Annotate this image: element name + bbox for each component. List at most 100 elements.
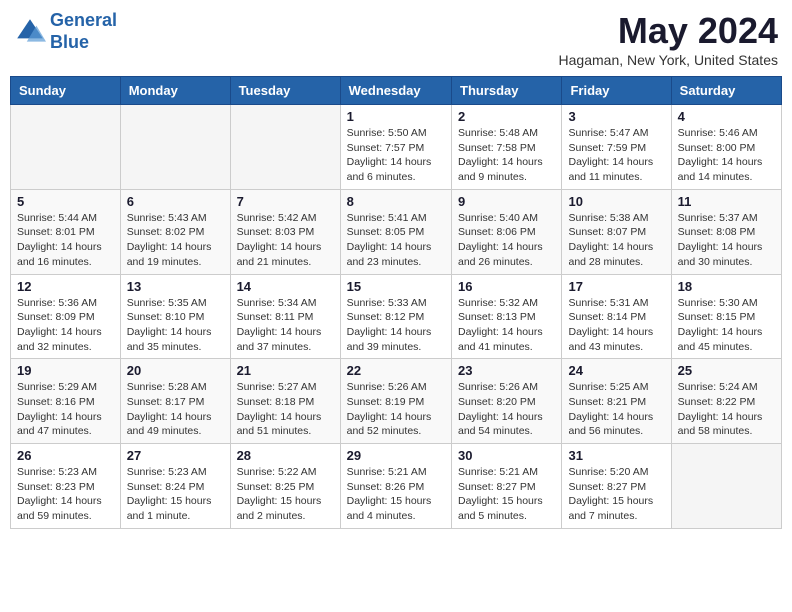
day-detail: Sunrise: 5:24 AMSunset: 8:22 PMDaylight:… (678, 380, 775, 439)
day-number: 4 (678, 109, 775, 124)
col-sunday: Sunday (11, 77, 121, 105)
day-number: 14 (237, 279, 334, 294)
day-detail: Sunrise: 5:28 AMSunset: 8:17 PMDaylight:… (127, 380, 224, 439)
calendar-cell: 14 Sunrise: 5:34 AMSunset: 8:11 PMDaylig… (230, 274, 340, 359)
calendar-cell: 25 Sunrise: 5:24 AMSunset: 8:22 PMDaylig… (671, 359, 781, 444)
day-detail: Sunrise: 5:30 AMSunset: 8:15 PMDaylight:… (678, 296, 775, 355)
day-detail: Sunrise: 5:37 AMSunset: 8:08 PMDaylight:… (678, 211, 775, 270)
calendar-cell: 27 Sunrise: 5:23 AMSunset: 8:24 PMDaylig… (120, 444, 230, 529)
day-detail: Sunrise: 5:27 AMSunset: 8:18 PMDaylight:… (237, 380, 334, 439)
day-detail: Sunrise: 5:22 AMSunset: 8:25 PMDaylight:… (237, 465, 334, 524)
col-friday: Friday (562, 77, 671, 105)
logo-icon (14, 16, 46, 48)
calendar-header-row: Sunday Monday Tuesday Wednesday Thursday… (11, 77, 782, 105)
calendar-cell: 3 Sunrise: 5:47 AMSunset: 7:59 PMDayligh… (562, 105, 671, 190)
day-detail: Sunrise: 5:40 AMSunset: 8:06 PMDaylight:… (458, 211, 555, 270)
col-wednesday: Wednesday (340, 77, 451, 105)
calendar-cell: 12 Sunrise: 5:36 AMSunset: 8:09 PMDaylig… (11, 274, 121, 359)
day-detail: Sunrise: 5:46 AMSunset: 8:00 PMDaylight:… (678, 126, 775, 185)
col-tuesday: Tuesday (230, 77, 340, 105)
day-detail: Sunrise: 5:41 AMSunset: 8:05 PMDaylight:… (347, 211, 445, 270)
calendar-cell: 23 Sunrise: 5:26 AMSunset: 8:20 PMDaylig… (452, 359, 562, 444)
logo-line1: General (50, 10, 117, 30)
day-number: 13 (127, 279, 224, 294)
day-number: 26 (17, 448, 114, 463)
day-detail: Sunrise: 5:50 AMSunset: 7:57 PMDaylight:… (347, 126, 445, 185)
calendar-cell (230, 105, 340, 190)
day-detail: Sunrise: 5:43 AMSunset: 8:02 PMDaylight:… (127, 211, 224, 270)
day-number: 24 (568, 363, 664, 378)
calendar-cell: 24 Sunrise: 5:25 AMSunset: 8:21 PMDaylig… (562, 359, 671, 444)
calendar-cell (120, 105, 230, 190)
month-title: May 2024 (559, 10, 778, 52)
calendar-week-3: 12 Sunrise: 5:36 AMSunset: 8:09 PMDaylig… (11, 274, 782, 359)
day-number: 20 (127, 363, 224, 378)
calendar-cell: 8 Sunrise: 5:41 AMSunset: 8:05 PMDayligh… (340, 189, 451, 274)
day-detail: Sunrise: 5:44 AMSunset: 8:01 PMDaylight:… (17, 211, 114, 270)
day-detail: Sunrise: 5:31 AMSunset: 8:14 PMDaylight:… (568, 296, 664, 355)
day-detail: Sunrise: 5:23 AMSunset: 8:23 PMDaylight:… (17, 465, 114, 524)
calendar-cell: 31 Sunrise: 5:20 AMSunset: 8:27 PMDaylig… (562, 444, 671, 529)
day-number: 2 (458, 109, 555, 124)
day-detail: Sunrise: 5:29 AMSunset: 8:16 PMDaylight:… (17, 380, 114, 439)
calendar-cell: 26 Sunrise: 5:23 AMSunset: 8:23 PMDaylig… (11, 444, 121, 529)
day-number: 16 (458, 279, 555, 294)
calendar-cell: 10 Sunrise: 5:38 AMSunset: 8:07 PMDaylig… (562, 189, 671, 274)
calendar-cell: 1 Sunrise: 5:50 AMSunset: 7:57 PMDayligh… (340, 105, 451, 190)
day-number: 30 (458, 448, 555, 463)
day-number: 8 (347, 194, 445, 209)
calendar-cell: 28 Sunrise: 5:22 AMSunset: 8:25 PMDaylig… (230, 444, 340, 529)
day-number: 11 (678, 194, 775, 209)
day-detail: Sunrise: 5:23 AMSunset: 8:24 PMDaylight:… (127, 465, 224, 524)
day-number: 12 (17, 279, 114, 294)
col-saturday: Saturday (671, 77, 781, 105)
day-number: 25 (678, 363, 775, 378)
calendar-cell: 18 Sunrise: 5:30 AMSunset: 8:15 PMDaylig… (671, 274, 781, 359)
calendar-cell: 20 Sunrise: 5:28 AMSunset: 8:17 PMDaylig… (120, 359, 230, 444)
calendar-week-2: 5 Sunrise: 5:44 AMSunset: 8:01 PMDayligh… (11, 189, 782, 274)
calendar-cell: 19 Sunrise: 5:29 AMSunset: 8:16 PMDaylig… (11, 359, 121, 444)
calendar-cell: 22 Sunrise: 5:26 AMSunset: 8:19 PMDaylig… (340, 359, 451, 444)
day-detail: Sunrise: 5:34 AMSunset: 8:11 PMDaylight:… (237, 296, 334, 355)
day-number: 21 (237, 363, 334, 378)
calendar-cell: 13 Sunrise: 5:35 AMSunset: 8:10 PMDaylig… (120, 274, 230, 359)
day-detail: Sunrise: 5:20 AMSunset: 8:27 PMDaylight:… (568, 465, 664, 524)
calendar-cell: 9 Sunrise: 5:40 AMSunset: 8:06 PMDayligh… (452, 189, 562, 274)
calendar-week-4: 19 Sunrise: 5:29 AMSunset: 8:16 PMDaylig… (11, 359, 782, 444)
day-detail: Sunrise: 5:47 AMSunset: 7:59 PMDaylight:… (568, 126, 664, 185)
calendar-cell: 21 Sunrise: 5:27 AMSunset: 8:18 PMDaylig… (230, 359, 340, 444)
calendar-cell: 6 Sunrise: 5:43 AMSunset: 8:02 PMDayligh… (120, 189, 230, 274)
day-detail: Sunrise: 5:42 AMSunset: 8:03 PMDaylight:… (237, 211, 334, 270)
calendar-cell: 2 Sunrise: 5:48 AMSunset: 7:58 PMDayligh… (452, 105, 562, 190)
day-number: 18 (678, 279, 775, 294)
day-number: 6 (127, 194, 224, 209)
day-detail: Sunrise: 5:26 AMSunset: 8:19 PMDaylight:… (347, 380, 445, 439)
day-number: 23 (458, 363, 555, 378)
day-number: 9 (458, 194, 555, 209)
calendar-cell (11, 105, 121, 190)
calendar-cell: 15 Sunrise: 5:33 AMSunset: 8:12 PMDaylig… (340, 274, 451, 359)
title-block: May 2024 Hagaman, New York, United State… (559, 10, 778, 68)
day-detail: Sunrise: 5:36 AMSunset: 8:09 PMDaylight:… (17, 296, 114, 355)
calendar-table: Sunday Monday Tuesday Wednesday Thursday… (10, 76, 782, 529)
col-monday: Monday (120, 77, 230, 105)
day-detail: Sunrise: 5:38 AMSunset: 8:07 PMDaylight:… (568, 211, 664, 270)
calendar-week-1: 1 Sunrise: 5:50 AMSunset: 7:57 PMDayligh… (11, 105, 782, 190)
day-detail: Sunrise: 5:33 AMSunset: 8:12 PMDaylight:… (347, 296, 445, 355)
day-number: 1 (347, 109, 445, 124)
col-thursday: Thursday (452, 77, 562, 105)
calendar-cell: 16 Sunrise: 5:32 AMSunset: 8:13 PMDaylig… (452, 274, 562, 359)
calendar-cell: 29 Sunrise: 5:21 AMSunset: 8:26 PMDaylig… (340, 444, 451, 529)
day-detail: Sunrise: 5:21 AMSunset: 8:27 PMDaylight:… (458, 465, 555, 524)
calendar-cell: 5 Sunrise: 5:44 AMSunset: 8:01 PMDayligh… (11, 189, 121, 274)
day-number: 31 (568, 448, 664, 463)
day-number: 15 (347, 279, 445, 294)
calendar-cell (671, 444, 781, 529)
location: Hagaman, New York, United States (559, 52, 778, 68)
calendar-cell: 17 Sunrise: 5:31 AMSunset: 8:14 PMDaylig… (562, 274, 671, 359)
day-number: 5 (17, 194, 114, 209)
day-detail: Sunrise: 5:32 AMSunset: 8:13 PMDaylight:… (458, 296, 555, 355)
logo-text: General Blue (50, 10, 117, 53)
day-number: 19 (17, 363, 114, 378)
day-number: 27 (127, 448, 224, 463)
